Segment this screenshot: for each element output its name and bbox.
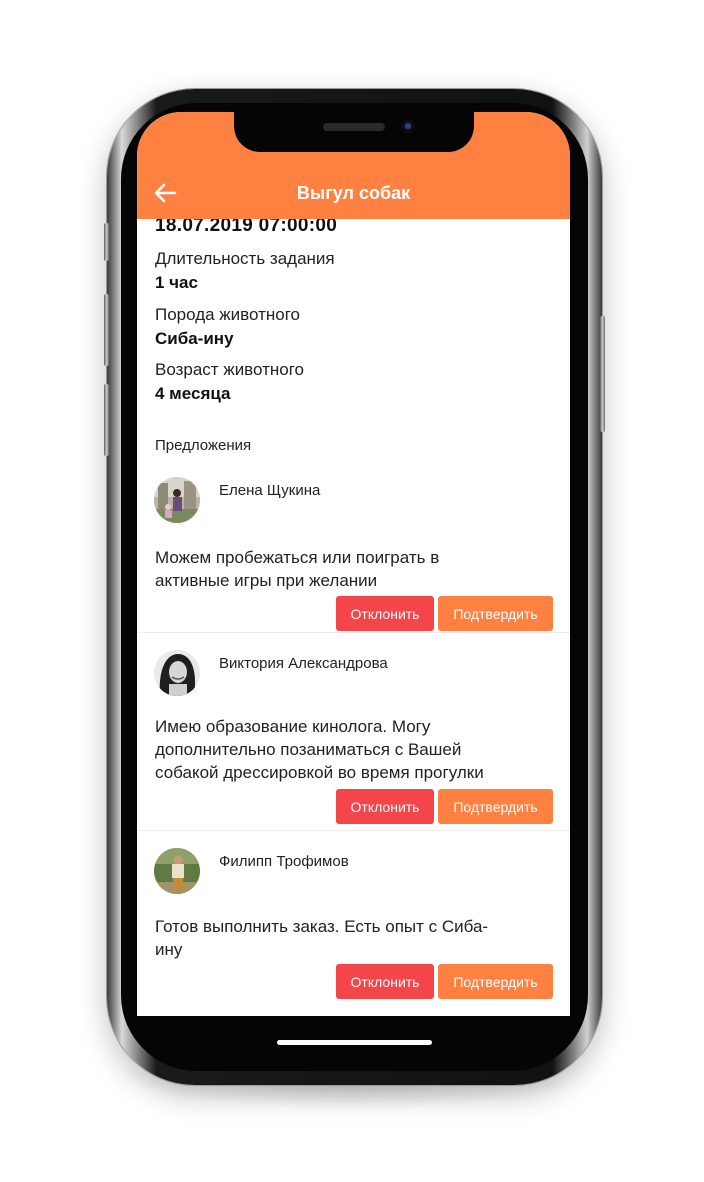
offer-message-line: Имею образование кинолога. Могу — [155, 717, 431, 736]
power-button — [600, 316, 605, 432]
confirm-button[interactable]: Подтвердить — [438, 964, 553, 999]
offer-author-name: Филипп Трофимов — [219, 853, 349, 870]
offer-message-line: Можем пробежаться или поиграть в — [155, 548, 440, 567]
offer-message: Готов выполнить заказ. Есть опыт с Сиба-… — [155, 915, 555, 961]
offer-author-name: Виктория Александрова — [219, 655, 388, 672]
front-camera — [401, 119, 415, 133]
decline-button[interactable]: Отклонить — [336, 964, 434, 999]
offer-card: Филипп Трофимов Готов выполнить заказ. Е… — [137, 842, 570, 1012]
duration-label: Длительность задания — [155, 249, 335, 268]
divider — [137, 632, 570, 633]
offer-message: Можем пробежаться или поиграть в активны… — [155, 546, 555, 592]
mute-switch — [104, 223, 109, 261]
volume-up-button — [104, 294, 109, 366]
offer-message-line: активные игры при желании — [155, 571, 378, 590]
avatar — [154, 650, 200, 696]
offer-message-line: дополнительно позаниматься с Вашей — [155, 740, 462, 759]
decline-button[interactable]: Отклонить — [336, 789, 434, 824]
divider — [137, 830, 570, 831]
avatar — [154, 848, 200, 894]
volume-down-button — [104, 384, 109, 456]
app-screen: Выгул собак 18.07.2019 07:00:00 Длительн… — [137, 112, 570, 1016]
decline-button[interactable]: Отклонить — [336, 596, 434, 631]
app-header: Выгул собак — [137, 112, 570, 219]
speaker-grille — [323, 123, 385, 131]
breed-label: Порода животного — [155, 305, 301, 324]
age-label: Возраст животного — [155, 360, 305, 379]
home-indicator[interactable] — [277, 1040, 432, 1045]
page-title: Выгул собак — [296, 183, 411, 203]
age-value: 4 месяца — [155, 384, 231, 403]
avatar — [154, 477, 200, 523]
confirm-button[interactable]: Подтвердить — [438, 789, 553, 824]
duration-value: 1 час — [155, 273, 198, 292]
offer-message-line: собакой дрессировкой во время прогулки — [155, 763, 484, 782]
confirm-button[interactable]: Подтвердить — [438, 596, 553, 631]
notch — [234, 112, 474, 152]
breed-value: Сиба-ину — [155, 329, 234, 348]
task-details: 18.07.2019 07:00:00 Длительность задания… — [137, 219, 570, 1016]
offer-message-line: ину — [155, 940, 183, 959]
offer-message-line: Готов выполнить заказ. Есть опыт с Сиба- — [155, 917, 489, 936]
offer-message: Имею образование кинолога. Могу дополнит… — [155, 715, 555, 784]
offers-title: Предложения — [155, 437, 252, 454]
task-date: 18.07.2019 07:00:00 — [155, 219, 338, 236]
offer-author-name: Елена Щукина — [219, 482, 321, 499]
offer-card: Виктория Александрова Имею образование к… — [137, 644, 570, 844]
